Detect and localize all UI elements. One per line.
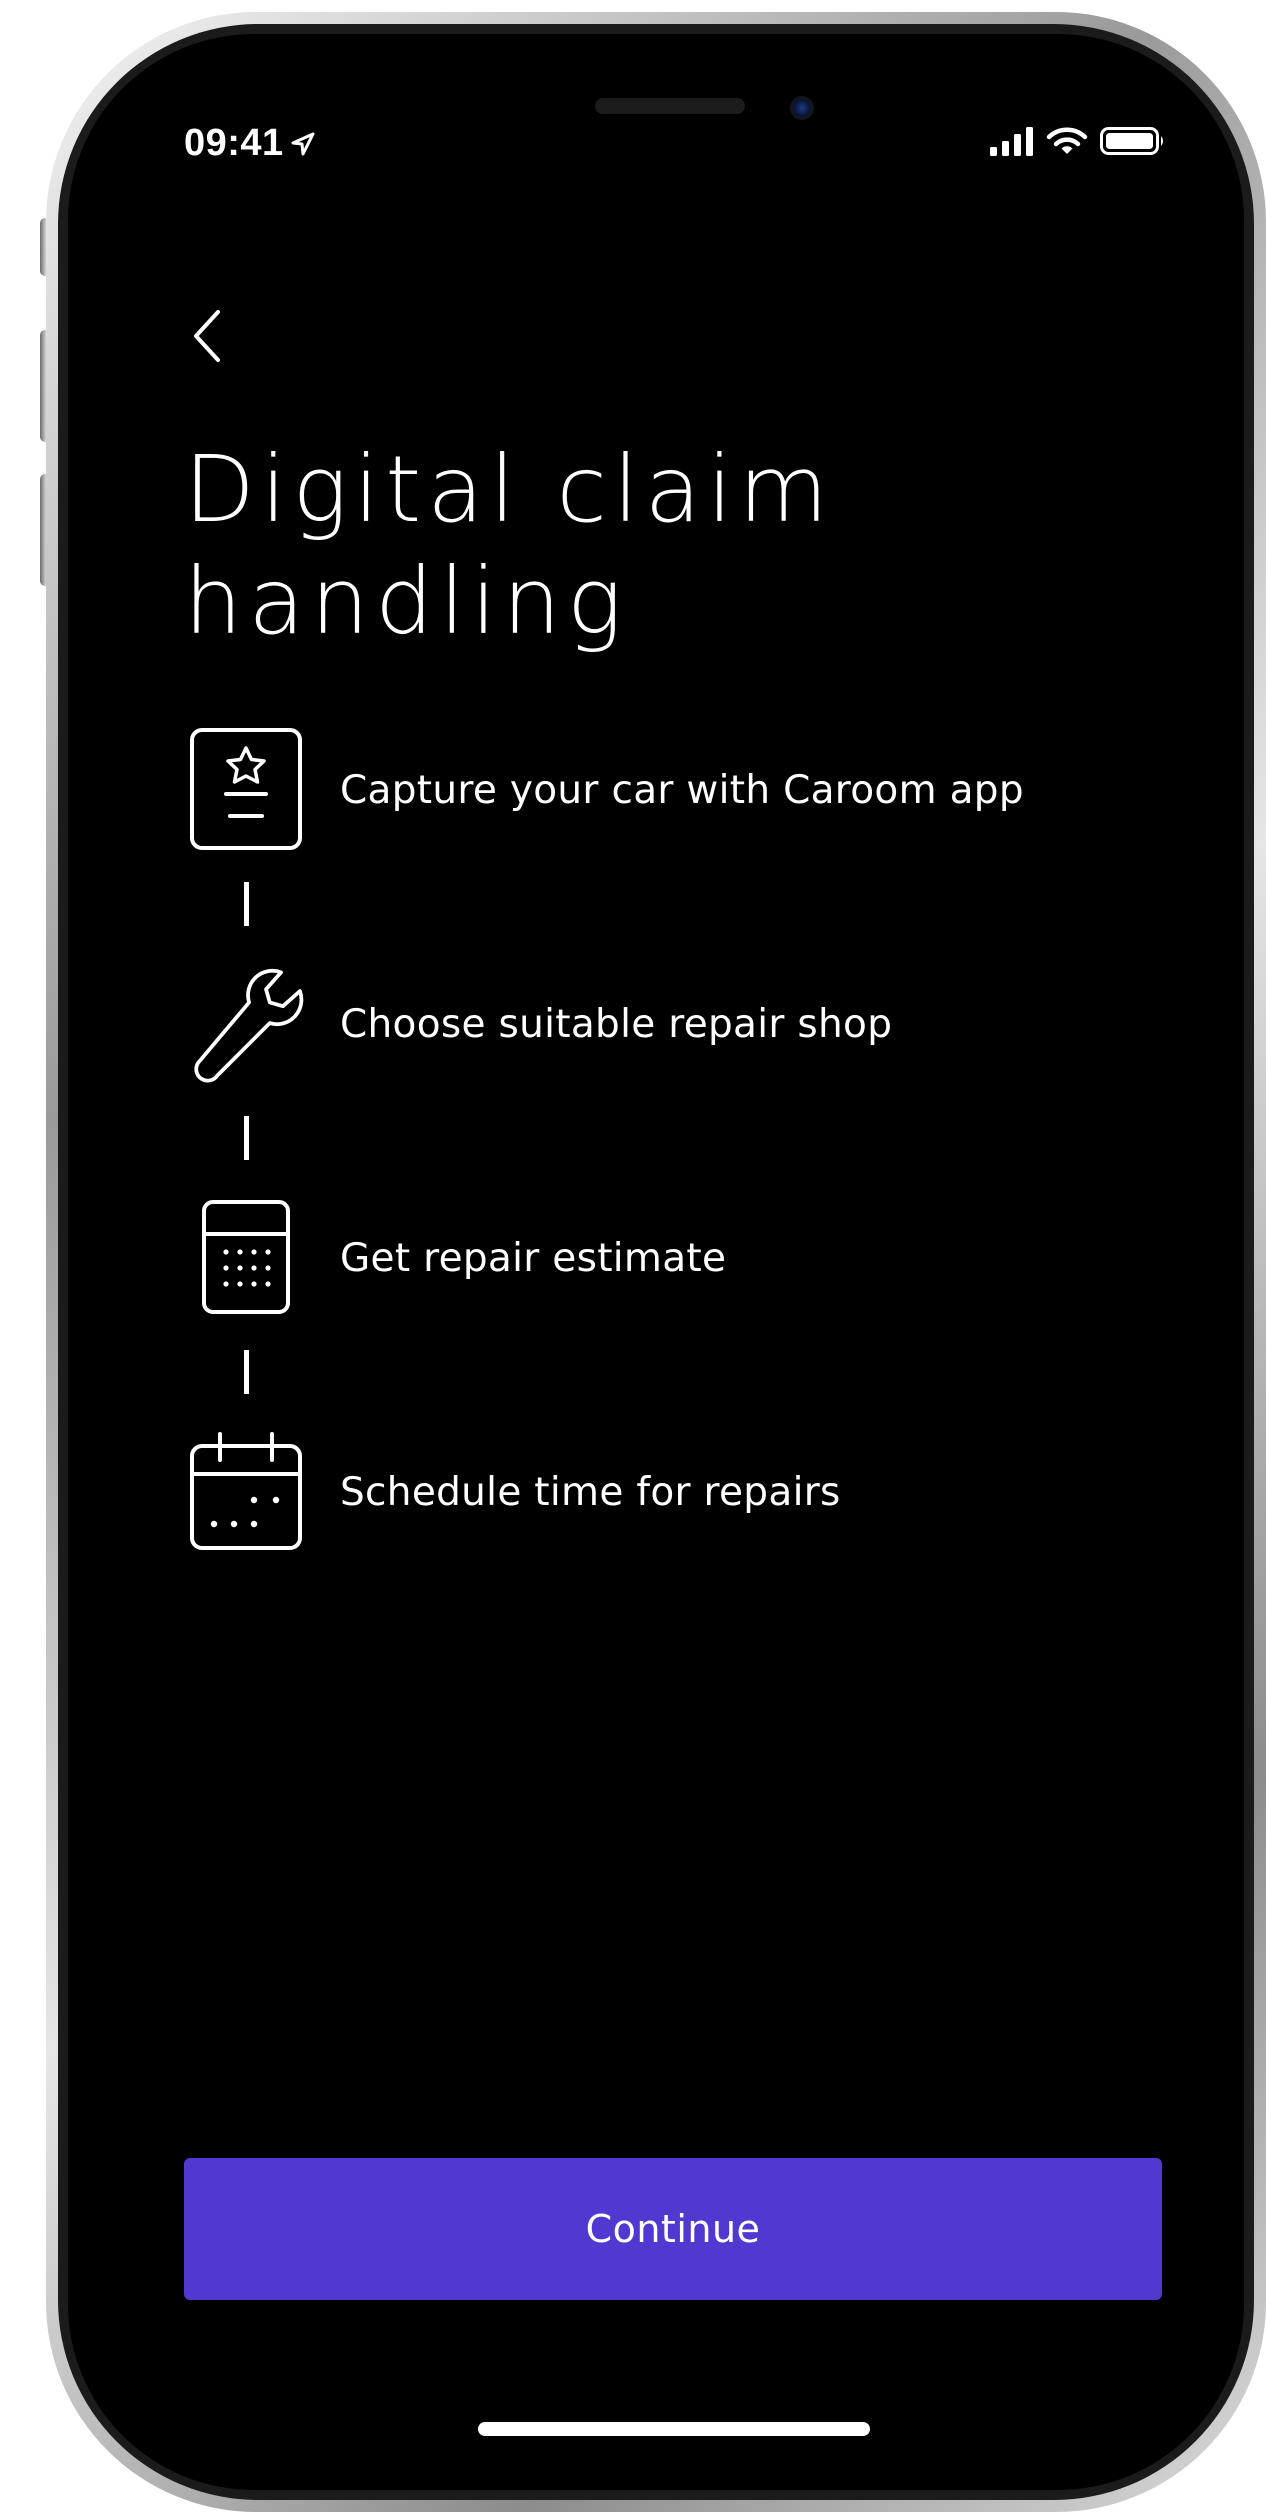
step-label: Capture your car with Caroom app	[340, 767, 1024, 813]
step-connector	[244, 1350, 249, 1394]
step-label: Schedule time for repairs	[340, 1469, 841, 1515]
status-bar-time: 09:41	[184, 122, 316, 165]
page-title-line1: Digital claim	[184, 436, 835, 543]
app-screen: 09:41 Digital claim handling Capture you…	[68, 34, 1244, 2490]
status-bar-indicators	[990, 126, 1166, 156]
step-icon-wrapper	[188, 1196, 304, 1320]
phone-bezel: 09:41 Digital claim handling Capture you…	[58, 24, 1254, 2500]
step-label: Choose suitable repair shop	[340, 1001, 893, 1047]
battery-icon	[1100, 127, 1163, 155]
earpiece-speaker	[595, 98, 745, 114]
step-connector	[244, 1116, 249, 1160]
step-get-estimate: Get repair estimate	[188, 1196, 726, 1320]
wifi-icon	[1046, 127, 1088, 154]
photo-card-star-icon	[190, 728, 302, 850]
step-choose-shop: Choose suitable repair shop	[188, 962, 892, 1086]
step-icon-wrapper	[188, 728, 304, 852]
page-title-line2: handling	[184, 548, 629, 655]
status-time-text: 09:41	[184, 122, 284, 164]
step-schedule-repairs: Schedule time for repairs	[188, 1430, 841, 1554]
continue-button[interactable]: Continue	[184, 2158, 1162, 2300]
step-connector	[244, 882, 249, 926]
device-mockup: 09:41 Digital claim handling Capture you…	[0, 0, 1266, 2515]
home-indicator[interactable]	[478, 2422, 870, 2436]
back-button[interactable]	[186, 304, 230, 368]
wrench-icon	[194, 968, 304, 1083]
calendar-icon	[190, 1432, 302, 1550]
chevron-left-icon	[194, 310, 220, 362]
step-capture-car: Capture your car with Caroom app	[188, 728, 1024, 852]
step-icon-wrapper	[188, 1430, 304, 1554]
phone-frame: 09:41 Digital claim handling Capture you…	[46, 12, 1266, 2512]
step-label: Get repair estimate	[340, 1235, 727, 1281]
cellular-signal-icon	[990, 127, 1033, 156]
front-camera	[790, 96, 814, 120]
page-title: Digital claim handling	[184, 434, 1084, 658]
calculator-icon	[202, 1200, 290, 1314]
step-icon-wrapper	[188, 962, 304, 1086]
location-arrow-icon	[291, 132, 315, 155]
